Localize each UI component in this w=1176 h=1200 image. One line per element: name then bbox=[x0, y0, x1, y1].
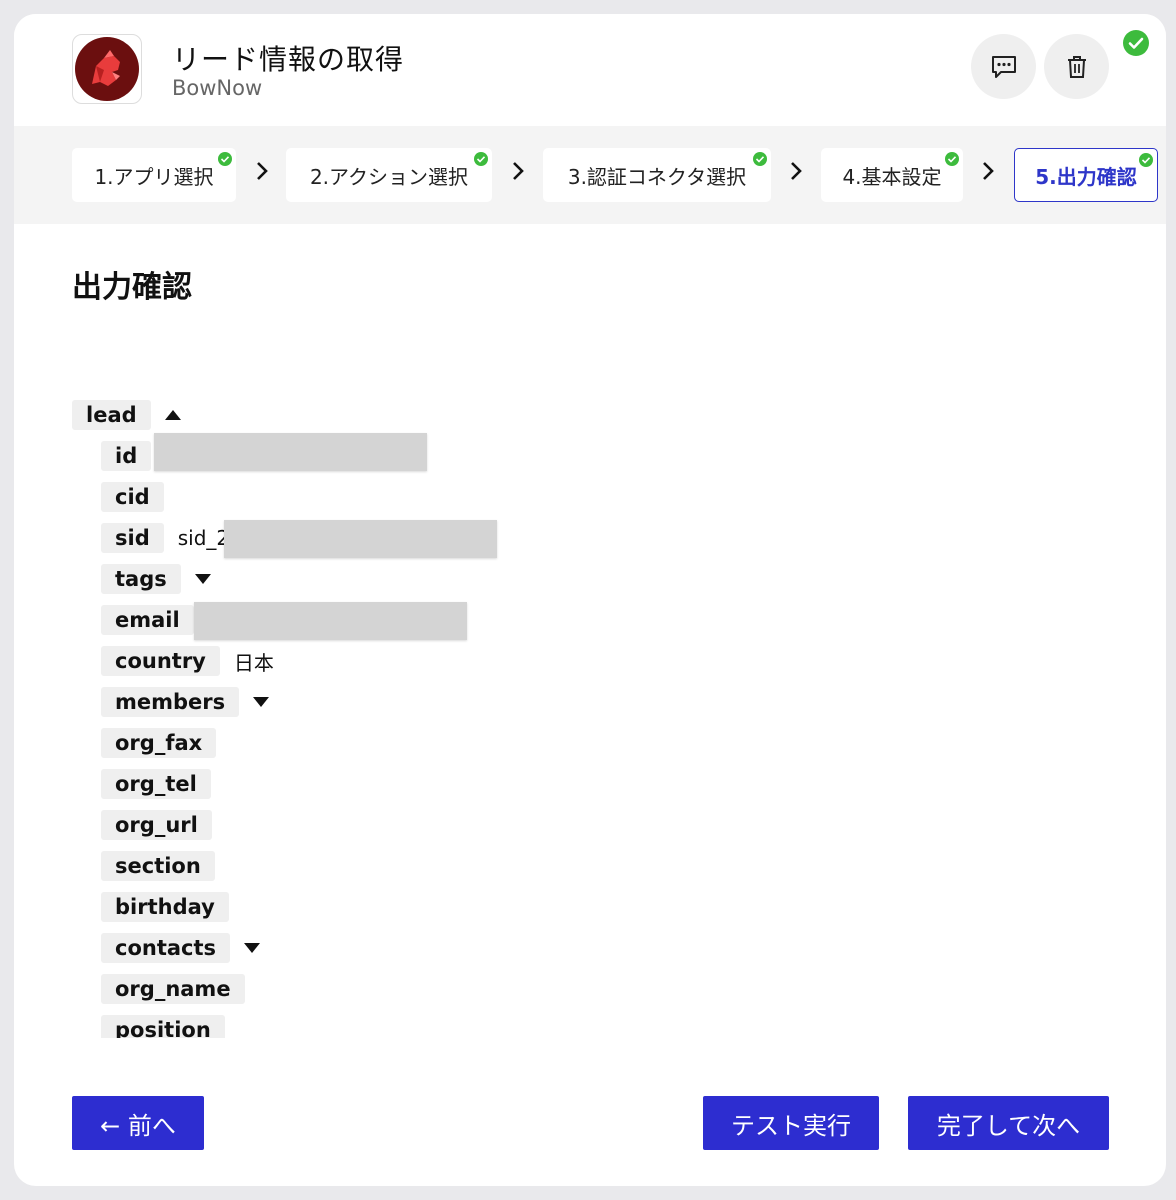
tree-key: org_fax bbox=[101, 728, 217, 758]
check-icon bbox=[945, 152, 959, 166]
chevron-right-icon bbox=[791, 162, 802, 180]
tree-node-members[interactable]: members bbox=[101, 687, 270, 717]
tree-node-position: position bbox=[101, 1015, 225, 1038]
masked-value bbox=[194, 602, 467, 640]
step-navigation: 1.アプリ選択 2.アクション選択 3.認証コネクタ選択 4.基本設定 5.出力… bbox=[14, 126, 1166, 224]
tree-node-birthday: birthday bbox=[101, 892, 229, 922]
tree-key: sid bbox=[101, 523, 164, 553]
tree-key: birthday bbox=[101, 892, 229, 922]
caret-down-icon[interactable] bbox=[194, 574, 211, 584]
check-icon bbox=[474, 152, 488, 166]
tree-node-org-url: org_url bbox=[101, 810, 212, 840]
tree-node-email: email bbox=[101, 605, 194, 635]
check-icon bbox=[218, 152, 232, 166]
app-step-card: リード情報の取得 BowNow 1.アプリ選択 2.アクション選択 3.認証コネ… bbox=[14, 14, 1166, 1186]
masked-value bbox=[154, 433, 427, 471]
chevron-right-icon bbox=[257, 162, 268, 180]
delete-button[interactable] bbox=[1044, 34, 1109, 99]
comment-icon bbox=[991, 55, 1016, 78]
comment-button[interactable] bbox=[971, 34, 1036, 99]
tree-node-org-tel: org_tel bbox=[101, 769, 211, 799]
back-button[interactable]: ← 前へ bbox=[72, 1096, 204, 1150]
check-icon bbox=[753, 152, 767, 166]
tree-key: position bbox=[101, 1015, 225, 1038]
step-label: 1.アプリ選択 bbox=[94, 164, 214, 189]
tree-key: email bbox=[101, 605, 194, 635]
tree-key: cid bbox=[101, 482, 164, 512]
chevron-right-icon bbox=[983, 162, 994, 180]
tree-key: members bbox=[101, 687, 240, 717]
tree-key: section bbox=[101, 851, 215, 881]
caret-up-icon[interactable] bbox=[164, 410, 181, 420]
trash-icon bbox=[1067, 55, 1086, 78]
step-output-confirm[interactable]: 5.出力確認 bbox=[1014, 148, 1158, 202]
test-run-button[interactable]: テスト実行 bbox=[703, 1096, 879, 1150]
tree-node-sid: sid sid_2 bbox=[101, 523, 229, 553]
step-label: 3.認証コネクタ選択 bbox=[567, 164, 747, 189]
step-label: 4.基本設定 bbox=[842, 164, 942, 189]
tree-node-lead[interactable]: lead bbox=[72, 400, 181, 430]
masked-value bbox=[224, 520, 497, 558]
step-action-select[interactable]: 2.アクション選択 bbox=[286, 148, 492, 202]
app-subtitle: BowNow bbox=[172, 76, 263, 100]
tree-key: contacts bbox=[101, 933, 231, 963]
tree-node-id: id bbox=[101, 441, 152, 471]
bownow-logo-icon bbox=[72, 34, 142, 104]
step-connector-select[interactable]: 3.認証コネクタ選択 bbox=[543, 148, 771, 202]
output-tree[interactable]: lead id cid sid sid_2 tags email country… bbox=[72, 396, 972, 1038]
step-label: 5.出力確認 bbox=[1035, 164, 1137, 189]
tree-key: id bbox=[101, 441, 152, 471]
tree-node-contacts[interactable]: contacts bbox=[101, 933, 261, 963]
tree-key: lead bbox=[72, 400, 151, 430]
status-check-icon bbox=[1123, 30, 1149, 56]
tree-key: org_tel bbox=[101, 769, 211, 799]
tree-node-section: section bbox=[101, 851, 215, 881]
section-title: 出力確認 bbox=[72, 270, 192, 305]
step-app-select[interactable]: 1.アプリ選択 bbox=[72, 148, 236, 202]
tree-node-country: country 日本 bbox=[101, 646, 274, 676]
tree-node-tags[interactable]: tags bbox=[101, 564, 211, 594]
caret-down-icon[interactable] bbox=[253, 697, 270, 707]
tree-node-org-name: org_name bbox=[101, 974, 245, 1004]
tree-value: sid_2 bbox=[177, 526, 230, 550]
tree-value: 日本 bbox=[233, 650, 274, 675]
check-icon bbox=[1139, 153, 1153, 167]
finish-next-button[interactable]: 完了して次へ bbox=[908, 1096, 1109, 1150]
tree-key: org_name bbox=[101, 974, 245, 1004]
tree-node-org-fax: org_fax bbox=[101, 728, 217, 758]
tree-key: org_url bbox=[101, 810, 212, 840]
step-label: 2.アクション選択 bbox=[309, 164, 469, 189]
caret-down-icon[interactable] bbox=[244, 943, 261, 953]
chevron-right-icon bbox=[513, 162, 524, 180]
tree-key: country bbox=[101, 646, 220, 676]
tree-key: tags bbox=[101, 564, 181, 594]
app-title: リード情報の取得 bbox=[172, 43, 405, 76]
tree-node-cid: cid bbox=[101, 482, 164, 512]
header: リード情報の取得 BowNow bbox=[14, 14, 1166, 126]
step-basic-settings[interactable]: 4.基本設定 bbox=[821, 148, 963, 202]
